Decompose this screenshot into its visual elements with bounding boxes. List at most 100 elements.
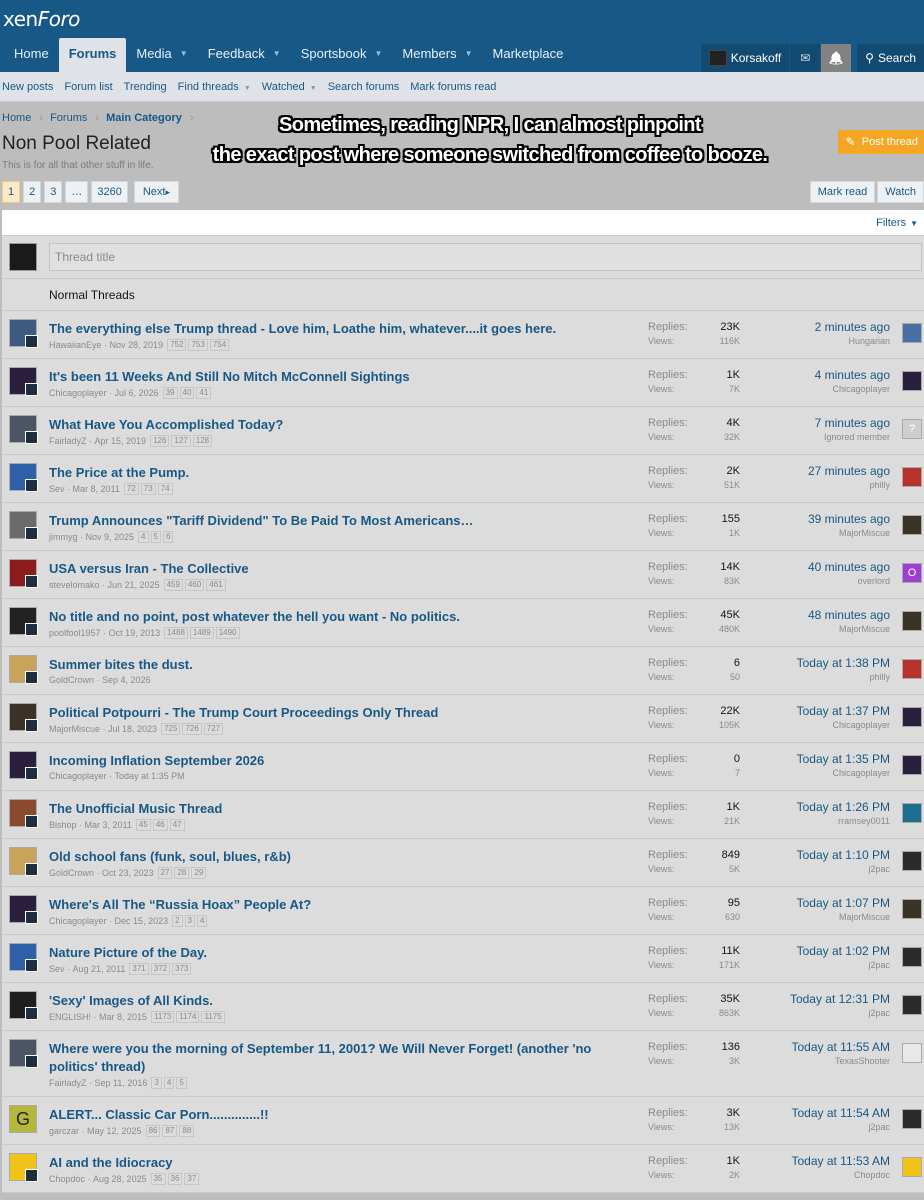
subnav-search-forums[interactable]: Search forums bbox=[328, 81, 400, 93]
last-poster-avatar[interactable] bbox=[902, 323, 922, 343]
thread-author[interactable]: Chicagoplayer bbox=[49, 771, 107, 781]
chevron-down-icon[interactable]: ▼ bbox=[180, 49, 188, 58]
thread-page-link[interactable]: 128 bbox=[192, 435, 213, 447]
site-logo[interactable]: xenForo bbox=[3, 7, 80, 31]
avatar[interactable] bbox=[9, 751, 38, 780]
last-poster-avatar[interactable] bbox=[902, 1109, 922, 1129]
thread-page-link[interactable]: 74 bbox=[157, 483, 173, 495]
last-post-time[interactable]: 27 minutes ago bbox=[808, 464, 890, 478]
thread-page-link[interactable]: 727 bbox=[203, 723, 224, 735]
last-post-time[interactable]: Today at 11:55 AM bbox=[791, 1040, 890, 1054]
last-post-time[interactable]: Today at 11:54 AM bbox=[791, 1106, 890, 1120]
thread-title[interactable]: The Price at the Pump. bbox=[49, 464, 629, 482]
thread-start-date[interactable]: Today at 1:35 PM bbox=[115, 771, 185, 781]
bell-icon[interactable]: 🔔 bbox=[821, 44, 852, 72]
thread-page-link[interactable]: 126 bbox=[150, 435, 170, 447]
last-post-user[interactable]: philly bbox=[797, 670, 890, 684]
thread-start-date[interactable]: Dec 15, 2023 bbox=[115, 916, 169, 926]
thread-start-date[interactable]: Nov 9, 2025 bbox=[86, 532, 135, 542]
avatar[interactable] bbox=[9, 415, 38, 444]
thread-page-link[interactable]: 46 bbox=[152, 819, 168, 831]
thread-title[interactable]: Trump Announces "Tariff Dividend" To Be … bbox=[49, 512, 629, 530]
subnav-watched[interactable]: Watched ▼ bbox=[262, 81, 317, 93]
last-poster-avatar[interactable] bbox=[902, 803, 922, 823]
thread-author[interactable]: HawaiianEye bbox=[49, 340, 102, 350]
last-poster-avatar[interactable] bbox=[902, 1043, 922, 1063]
thread-page-link[interactable]: 5 bbox=[176, 1077, 187, 1089]
thread-page-link[interactable]: 87 bbox=[162, 1125, 178, 1137]
avatar[interactable] bbox=[9, 1039, 38, 1068]
thread-page-link[interactable]: 1490 bbox=[215, 627, 240, 639]
thread-page-link[interactable]: 461 bbox=[206, 579, 226, 591]
thread-page-link[interactable]: 4 bbox=[163, 1077, 175, 1089]
thread-title[interactable]: Where's All The “Russia Hoax” People At? bbox=[49, 896, 629, 914]
thread-author[interactable]: Chicagoplayer bbox=[49, 388, 107, 398]
thread-start-date[interactable]: Aug 21, 2011 bbox=[73, 964, 126, 974]
last-post-user[interactable]: philly bbox=[808, 478, 890, 492]
thread-page-link[interactable]: 1488 bbox=[164, 627, 188, 639]
thread-author[interactable]: Chopdoc bbox=[49, 1174, 85, 1184]
last-poster-avatar[interactable] bbox=[902, 899, 922, 919]
last-post-time[interactable]: Today at 1:02 PM bbox=[797, 944, 890, 958]
last-post-user[interactable]: Chicagoplayer bbox=[797, 766, 890, 780]
avatar[interactable] bbox=[9, 607, 38, 636]
last-post-time[interactable]: Today at 1:35 PM bbox=[797, 752, 890, 766]
last-post-user[interactable]: Chopdoc bbox=[791, 1168, 890, 1182]
thread-page-link[interactable]: 726 bbox=[182, 723, 202, 735]
thread-page-link[interactable]: 372 bbox=[150, 963, 171, 975]
avatar[interactable] bbox=[9, 1153, 38, 1182]
subnav-mark-forums-read[interactable]: Mark forums read bbox=[410, 81, 496, 93]
thread-start-date[interactable]: Jul 6, 2026 bbox=[115, 388, 159, 398]
thread-page-link[interactable]: 371 bbox=[129, 963, 149, 975]
nav-item-media[interactable]: Media ▼ bbox=[126, 38, 197, 68]
last-post-user[interactable]: Hungarian bbox=[815, 334, 890, 348]
filters-button[interactable]: Filters ▼ bbox=[876, 217, 918, 229]
nav-item-sportsbook[interactable]: Sportsbook ▼ bbox=[291, 38, 393, 68]
last-post-user[interactable]: rramsey0011 bbox=[797, 814, 890, 828]
thread-page-link[interactable]: 45 bbox=[135, 819, 151, 831]
thread-author[interactable]: garczar bbox=[49, 1126, 79, 1136]
thread-page-link[interactable]: 3 bbox=[184, 915, 195, 927]
thread-title[interactable]: The Unofficial Music Thread bbox=[49, 800, 629, 818]
avatar[interactable] bbox=[9, 511, 38, 540]
thread-page-link[interactable]: 4 bbox=[197, 915, 208, 927]
thread-page-link[interactable]: 29 bbox=[191, 867, 207, 879]
last-post-time[interactable]: 39 minutes ago bbox=[808, 512, 890, 526]
subnav-new-posts[interactable]: New posts bbox=[2, 81, 53, 93]
avatar[interactable] bbox=[9, 319, 38, 348]
last-post-user[interactable]: Ignored member bbox=[815, 430, 890, 444]
mark-read-button[interactable]: Mark read bbox=[809, 181, 876, 203]
thread-author[interactable]: FairladyZ bbox=[49, 436, 87, 446]
thread-title[interactable]: The everything else Trump thread - Love … bbox=[49, 320, 629, 338]
nav-item-home[interactable]: Home bbox=[4, 38, 59, 68]
avatar[interactable] bbox=[9, 655, 38, 684]
avatar[interactable] bbox=[9, 703, 38, 732]
thread-author[interactable]: MajorMiscue bbox=[49, 724, 100, 734]
thread-author[interactable]: stevelomako bbox=[49, 580, 100, 590]
thread-title[interactable]: Where were you the morning of September … bbox=[49, 1040, 629, 1076]
thread-page-link[interactable]: 127 bbox=[171, 435, 191, 447]
thread-title[interactable]: ALERT... Classic Car Porn..............!… bbox=[49, 1106, 629, 1124]
last-poster-avatar[interactable] bbox=[902, 467, 922, 487]
thread-page-link[interactable]: 27 bbox=[157, 867, 173, 879]
thread-page-link[interactable]: 373 bbox=[172, 963, 192, 975]
last-post-time[interactable]: 4 minutes ago bbox=[815, 368, 890, 382]
last-poster-avatar[interactable] bbox=[902, 755, 922, 775]
page-link[interactable]: … bbox=[65, 181, 89, 203]
thread-page-link[interactable]: 6 bbox=[162, 531, 174, 543]
last-post-user[interactable]: Chicagoplayer bbox=[815, 382, 890, 396]
thread-title-input[interactable]: Thread title bbox=[49, 243, 922, 271]
last-poster-avatar[interactable] bbox=[902, 947, 922, 967]
page-link[interactable]: 3 bbox=[44, 181, 63, 203]
thread-start-date[interactable]: Mar 8, 2011 bbox=[73, 484, 120, 494]
page-link[interactable]: 1 bbox=[2, 181, 21, 203]
last-post-user[interactable]: MajorMiscue bbox=[808, 622, 890, 636]
thread-page-link[interactable]: 5 bbox=[150, 531, 161, 543]
last-post-time[interactable]: 40 minutes ago bbox=[808, 560, 890, 574]
page-link[interactable]: 2 bbox=[23, 181, 42, 203]
last-poster-avatar[interactable] bbox=[902, 659, 922, 679]
thread-start-date[interactable]: Jun 21, 2025 bbox=[108, 580, 160, 590]
thread-start-date[interactable]: May 12, 2025 bbox=[87, 1126, 142, 1136]
last-post-time[interactable]: Today at 1:26 PM bbox=[797, 800, 890, 814]
last-poster-avatar[interactable] bbox=[902, 1157, 922, 1177]
